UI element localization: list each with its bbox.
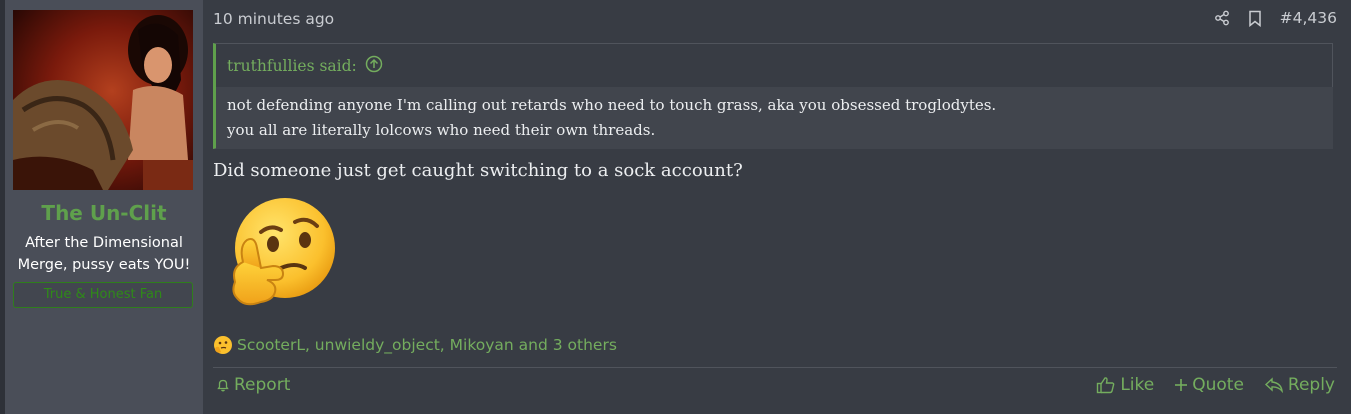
- bookmark-icon[interactable]: [1248, 10, 1262, 27]
- forum-post: The Un-Clit After the Dimensional Merge,…: [0, 0, 1351, 414]
- user-title-line2: Merge, pussy eats YOU!: [17, 257, 191, 273]
- bell-icon: [217, 379, 229, 392]
- footer-divider: [213, 367, 1337, 368]
- quote-header: truthfullies said:: [216, 44, 1332, 88]
- share-icon[interactable]: [1214, 10, 1230, 26]
- plus-icon: [1175, 379, 1188, 391]
- user-banner: True & Honest Fan: [13, 282, 193, 308]
- post-header-actions: #4,436: [1214, 9, 1337, 27]
- quote-body: not defending anyone I'm calling out ret…: [216, 87, 1333, 149]
- quote-line2: you all are literally lolcows who need t…: [227, 121, 656, 139]
- quote-label: Quote: [1192, 375, 1244, 395]
- user-title: After the Dimensional Merge, pussy eats …: [5, 232, 203, 276]
- like-button[interactable]: Like: [1096, 375, 1154, 395]
- quote-button[interactable]: Quote: [1174, 375, 1244, 395]
- thumbs-up-icon: [1097, 377, 1115, 394]
- thinking-face-icon: [221, 196, 345, 320]
- reactions-list[interactable]: ScooterL, unwieldy_object, Mikoyan and 3…: [237, 336, 617, 354]
- user-title-line1: After the Dimensional: [25, 235, 183, 251]
- reply-arrow-icon: [1264, 377, 1283, 393]
- post-footer-actions: Like Quote Reply: [1096, 375, 1335, 395]
- reply-label: Reply: [1287, 375, 1335, 395]
- post-message: Did someone just get caught switching to…: [213, 160, 743, 181]
- post-main: 10 minutes ago #4,436 truthfullies said:: [203, 0, 1351, 414]
- avatar-image: [13, 10, 193, 190]
- report-button[interactable]: Report: [215, 375, 290, 395]
- quote-line1: not defending anyone I'm calling out ret…: [227, 96, 997, 114]
- user-sidebar: The Un-Clit After the Dimensional Merge,…: [5, 0, 203, 414]
- reply-button[interactable]: Reply: [1264, 375, 1335, 395]
- reactions-bar[interactable]: ScooterL, unwieldy_object, Mikoyan and 3…: [213, 335, 617, 355]
- arrow-up-circle-icon[interactable]: [365, 55, 383, 77]
- quote-author[interactable]: truthfullies said:: [227, 57, 357, 75]
- username[interactable]: The Un-Clit: [5, 201, 203, 225]
- avatar[interactable]: [13, 10, 193, 190]
- like-label: Like: [1120, 375, 1155, 395]
- thinking-face-reaction-icon: [214, 336, 232, 354]
- post-number[interactable]: #4,436: [1280, 9, 1337, 27]
- quote-block: truthfullies said: not defending anyone …: [213, 43, 1333, 149]
- report-label: Report: [234, 375, 291, 395]
- post-time[interactable]: 10 minutes ago: [213, 10, 334, 28]
